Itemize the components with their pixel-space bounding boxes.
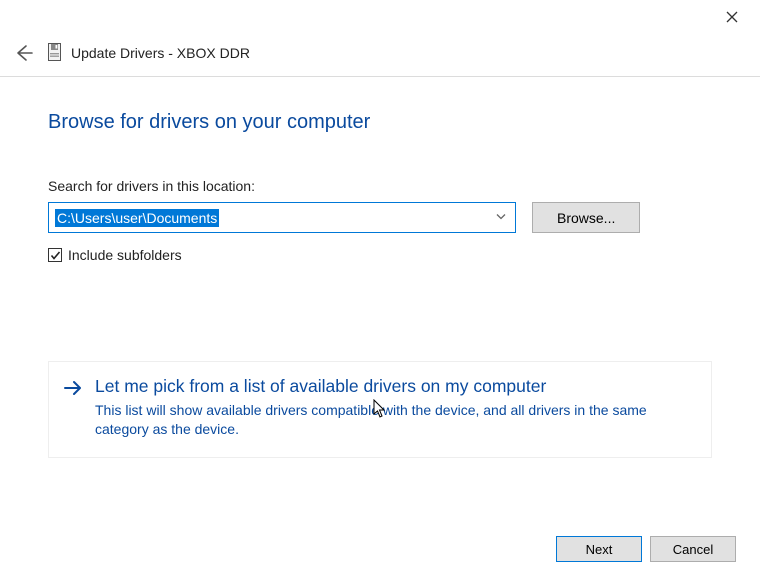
pick-from-list-title: Let me pick from a list of available dri… [95, 376, 675, 397]
next-button[interactable]: Next [556, 536, 642, 562]
include-subfolders-label[interactable]: Include subfolders [68, 247, 182, 263]
page-heading: Browse for drivers on your computer [48, 111, 712, 134]
arrow-right-icon [63, 380, 83, 439]
path-combobox[interactable]: C:\Users\user\Documents [48, 202, 516, 233]
pick-from-list-description: This list will show available drivers co… [95, 401, 675, 439]
window-title: Update Drivers - XBOX DDR [71, 45, 250, 61]
browse-button[interactable]: Browse... [532, 202, 640, 233]
search-location-label: Search for drivers in this location: [48, 178, 712, 194]
back-arrow-icon[interactable] [12, 42, 34, 64]
include-subfolders-checkbox[interactable] [48, 248, 62, 262]
pick-from-list-option[interactable]: Let me pick from a list of available dri… [48, 361, 712, 458]
cancel-button[interactable]: Cancel [650, 536, 736, 562]
wizard-header: Update Drivers - XBOX DDR [0, 36, 760, 77]
disk-icon [48, 43, 61, 64]
chevron-down-icon [495, 210, 507, 225]
path-value: C:\Users\user\Documents [55, 209, 219, 227]
wizard-footer: Next Cancel [0, 529, 760, 583]
close-icon[interactable] [720, 4, 744, 32]
